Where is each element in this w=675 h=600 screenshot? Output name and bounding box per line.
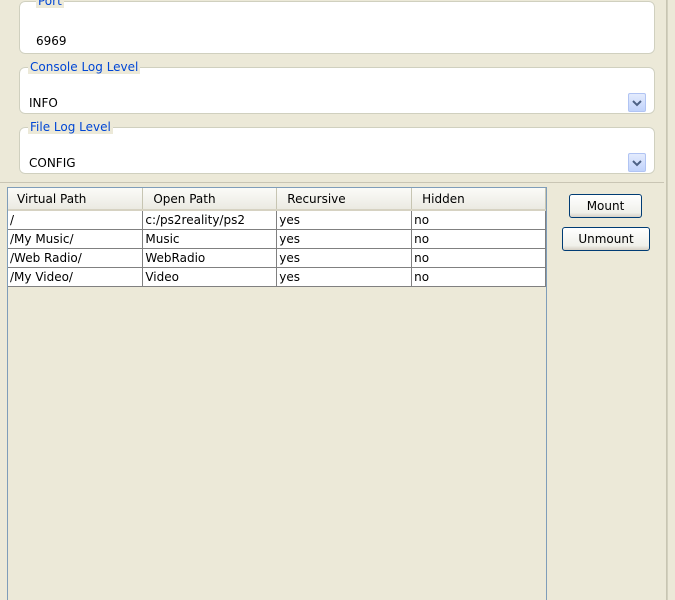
chevron-down-icon: [632, 99, 642, 106]
window-right-border: [666, 0, 675, 600]
mounts-table: Virtual Path Open Path Recursive Hidden …: [8, 188, 546, 287]
table-row[interactable]: /My Video/ Video yes no: [8, 267, 546, 287]
port-legend: Port: [36, 0, 64, 8]
cell-virtual-path[interactable]: /My Music/: [8, 229, 144, 249]
port-group: Port 6969: [19, 0, 655, 54]
console-log-level-group: Console Log Level INFO: [19, 60, 655, 114]
column-header-open-path[interactable]: Open Path: [142, 188, 278, 211]
mount-button[interactable]: Mount: [569, 194, 642, 218]
table-row[interactable]: / c:/ps2reality/ps2 yes no: [8, 210, 546, 230]
column-header-virtual-path[interactable]: Virtual Path: [8, 188, 144, 211]
table-row[interactable]: /Web Radio/ WebRadio yes no: [8, 248, 546, 268]
cell-open-path[interactable]: Music: [142, 229, 278, 249]
console-log-level-legend: Console Log Level: [28, 60, 141, 74]
mounts-table-panel: Virtual Path Open Path Recursive Hidden …: [7, 187, 547, 600]
cell-open-path[interactable]: Video: [142, 267, 278, 287]
cell-open-path[interactable]: WebRadio: [142, 248, 278, 268]
file-log-level-legend: File Log Level: [28, 120, 113, 134]
window: Port 6969 Console Log Level INFO File Lo…: [0, 0, 675, 600]
cell-recursive[interactable]: yes: [276, 267, 413, 287]
chevron-down-icon: [632, 159, 642, 166]
cell-recursive[interactable]: yes: [276, 229, 413, 249]
cell-hidden[interactable]: no: [411, 267, 546, 287]
cell-virtual-path[interactable]: /: [8, 210, 144, 230]
settings-panel: Port 6969 Console Log Level INFO File Lo…: [0, 0, 664, 183]
unmount-button[interactable]: Unmount: [562, 227, 650, 251]
console-log-level-dropdown-button[interactable]: [628, 93, 646, 112]
cell-hidden[interactable]: no: [411, 210, 546, 230]
column-header-hidden[interactable]: Hidden: [411, 188, 546, 211]
cell-hidden[interactable]: no: [411, 248, 546, 268]
column-header-recursive[interactable]: Recursive: [276, 188, 413, 211]
cell-open-path[interactable]: c:/ps2reality/ps2: [142, 210, 278, 230]
table-row[interactable]: /My Music/ Music yes no: [8, 229, 546, 249]
file-log-level-select[interactable]: CONFIG: [29, 156, 76, 170]
cell-recursive[interactable]: yes: [276, 248, 413, 268]
file-log-level-group: File Log Level CONFIG: [19, 120, 655, 174]
file-log-level-dropdown-button[interactable]: [628, 153, 646, 172]
cell-hidden[interactable]: no: [411, 229, 546, 249]
console-log-level-select[interactable]: INFO: [29, 96, 58, 110]
port-input[interactable]: 6969: [36, 34, 67, 48]
cell-virtual-path[interactable]: /My Video/: [8, 267, 144, 287]
cell-virtual-path[interactable]: /Web Radio/: [8, 248, 144, 268]
cell-recursive[interactable]: yes: [276, 210, 413, 230]
table-header-row: Virtual Path Open Path Recursive Hidden: [8, 188, 546, 211]
